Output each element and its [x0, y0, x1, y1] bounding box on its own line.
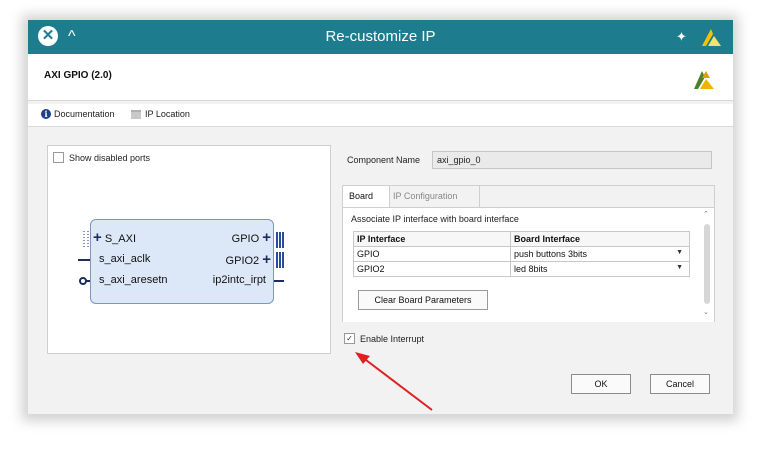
ip-interface-cell: GPIO	[353, 246, 511, 262]
port-s-axi: + S_AXI	[93, 229, 136, 246]
tab-board[interactable]: Board	[343, 186, 390, 207]
port-gpio: GPIO +	[232, 229, 271, 246]
axi-gpio-block[interactable]: + S_AXI s_axi_aclk s_axi_aresetn GPIO + …	[90, 219, 274, 304]
plus-icon[interactable]: +	[262, 251, 271, 268]
board-tab-content: Associate IP interface with board interf…	[343, 207, 714, 322]
xilinx-logo-icon	[702, 29, 721, 46]
window-title: Re-customize IP	[325, 28, 436, 45]
ip-location-label: IP Location	[145, 109, 190, 119]
tab-panel: Board IP Configuration Associate IP inte…	[342, 185, 715, 322]
header-board-interface: Board Interface	[510, 231, 690, 247]
select-value: led 8bits	[514, 264, 548, 274]
board-interface-table: IP Interface Board Interface GPIO push b…	[353, 231, 690, 277]
table-row: GPIO push buttons 3bits ▼	[353, 246, 690, 262]
port-label: GPIO	[231, 233, 260, 245]
table-row: GPIO2 led 8bits ▼	[353, 261, 690, 277]
folder-icon	[131, 109, 141, 119]
ok-button[interactable]: OK	[571, 374, 631, 394]
documentation-link[interactable]: i Documentation	[41, 109, 115, 119]
select-value: push buttons 3bits	[514, 249, 588, 259]
checkmark-icon: ✓	[344, 333, 355, 344]
clear-board-parameters-button[interactable]: Clear Board Parameters	[358, 290, 488, 310]
component-name-input[interactable]: axi_gpio_0	[432, 151, 712, 169]
ip-location-link[interactable]: IP Location	[131, 109, 190, 119]
scrollbar[interactable]: ⌃ ⌄	[703, 210, 710, 320]
documentation-label: Documentation	[54, 109, 115, 119]
scroll-up-icon[interactable]: ⌃	[703, 210, 709, 218]
xilinx-logo-icon	[694, 71, 714, 89]
documentation-bar: i Documentation IP Location	[28, 104, 733, 127]
scroll-down-icon[interactable]: ⌄	[703, 308, 709, 316]
board-interface-select[interactable]: push buttons 3bits ▼	[510, 246, 690, 262]
board-caption: Associate IP interface with board interf…	[351, 214, 519, 224]
ip-interface-cell: GPIO2	[353, 261, 511, 277]
port-gpio2: GPIO2 +	[226, 251, 271, 268]
recustomize-ip-dialog: ✕ ^ Re-customize IP ✦ AXI GPIO (2.0) i D…	[28, 20, 733, 414]
ip-symbol-panel: Show disabled ports + S_AXI s_axi_aclk s…	[47, 145, 331, 354]
plus-icon[interactable]: +	[262, 229, 271, 246]
port-s-axi-aresetn: s_axi_aresetn	[99, 274, 168, 286]
enable-interrupt-label: Enable Interrupt	[360, 333, 425, 344]
port-label: GPIO2	[225, 255, 260, 267]
title-bar: ✕ ^ Re-customize IP ✦	[28, 20, 733, 54]
ip-title: AXI GPIO (2.0)	[44, 70, 112, 81]
plus-icon[interactable]: +	[93, 229, 102, 246]
header-ip-interface: IP Interface	[353, 231, 511, 247]
chevron-down-icon: ▼	[676, 264, 683, 271]
tab-ip-configuration[interactable]: IP Configuration	[389, 186, 480, 207]
enable-interrupt-checkbox[interactable]: ✓ Enable Interrupt	[344, 333, 424, 344]
scrollbar-thumb[interactable]	[704, 224, 710, 304]
cancel-button[interactable]: Cancel	[650, 374, 710, 394]
port-label: S_AXI	[104, 233, 137, 245]
dialog-header: AXI GPIO (2.0)	[28, 54, 733, 101]
port-s-axi-aclk: s_axi_aclk	[99, 253, 151, 265]
board-interface-select[interactable]: led 8bits ▼	[510, 261, 690, 277]
component-name-label: Component Name	[347, 155, 421, 165]
pin-icon[interactable]: ✦	[676, 29, 687, 45]
port-ip2intc-irpt: ip2intc_irpt	[212, 274, 266, 286]
info-icon: i	[41, 109, 51, 119]
chevron-down-icon: ▼	[676, 249, 683, 256]
